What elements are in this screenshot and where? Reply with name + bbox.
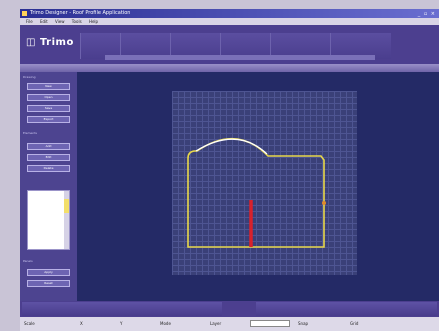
left-sidebar: Drawing New Open Save Export Elements Ad… (20, 72, 77, 301)
menu-tools[interactable]: Tools (72, 19, 82, 24)
reset-button[interactable]: Reset (27, 280, 70, 287)
status-grid-label: Grid (350, 321, 359, 326)
menu-help[interactable]: Help (89, 19, 98, 24)
drawing-shapes (187, 137, 326, 248)
add-button[interactable]: Add (27, 143, 70, 150)
status-bar: Scale X Y Mode Layer Snap Grid (20, 317, 439, 331)
section-drawing-label: Drawing (23, 75, 36, 79)
list-scroll-thumb[interactable] (64, 199, 69, 213)
profile-outline (187, 137, 325, 248)
delete-button[interactable]: Delete (27, 165, 70, 172)
status-layer-label: Layer (210, 321, 222, 326)
window-title: Trimo Designer - Roof Profile Applicatio… (30, 10, 131, 16)
title-bar: Trimo Designer - Roof Profile Applicatio… (20, 9, 439, 18)
app-icon (22, 11, 27, 16)
top-ruler (20, 64, 439, 72)
status-snap-label: Snap (298, 321, 309, 326)
drawing-canvas[interactable] (77, 72, 439, 301)
open-button[interactable]: Open (27, 94, 70, 101)
logo-text: Trimo (39, 37, 74, 48)
header-progress-strip (105, 55, 375, 60)
section-panels-label: Panels (23, 259, 33, 263)
status-y-label: Y (120, 321, 123, 326)
roof-arc (195, 138, 268, 155)
bottom-panel-left[interactable] (22, 302, 222, 316)
bottom-panel (20, 301, 439, 317)
menu-edit[interactable]: Edit (40, 19, 48, 24)
menu-file[interactable]: File (26, 19, 33, 24)
apply-button[interactable]: Apply (27, 269, 70, 276)
save-button[interactable]: Save (27, 105, 70, 112)
status-x-label: X (80, 321, 83, 326)
handle-point[interactable] (322, 201, 326, 205)
status-mode-label: Mode (160, 321, 171, 326)
layer-select[interactable] (250, 320, 290, 327)
bottom-panel-right[interactable] (256, 302, 437, 316)
menu-bar: File Edit View Tools Help (20, 18, 439, 25)
new-button[interactable]: New (27, 83, 70, 90)
element-list[interactable] (27, 190, 70, 250)
section-elements-label: Elements (23, 131, 37, 135)
edit-button[interactable]: Edit (27, 154, 70, 161)
menu-view[interactable]: View (55, 19, 65, 24)
status-scale-label: Scale (24, 321, 35, 326)
trimo-logo: ◫ Trimo (26, 37, 74, 48)
export-button[interactable]: Export (27, 116, 70, 123)
logo-mark-icon: ◫ (26, 37, 40, 48)
app-header: ◫ Trimo (20, 25, 439, 67)
